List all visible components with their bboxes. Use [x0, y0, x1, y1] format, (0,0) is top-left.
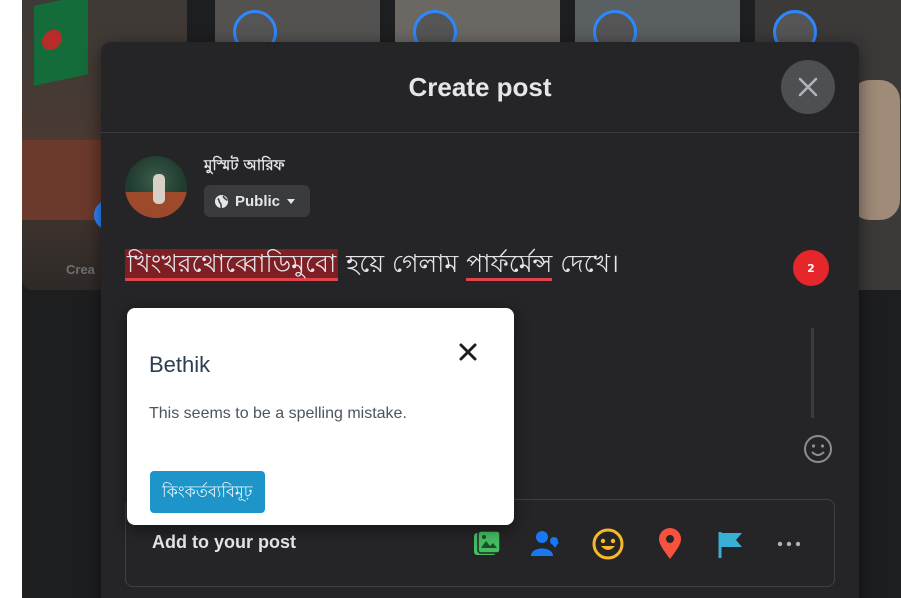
privacy-selector-button[interactable]: Public	[204, 185, 311, 217]
dialog-title: Create post	[408, 72, 552, 102]
dialog-header: Create post	[101, 42, 859, 133]
tag-people-button[interactable]	[526, 524, 566, 564]
close-dialog-button[interactable]	[781, 60, 835, 114]
globe-icon	[214, 194, 229, 208]
popup-title: Bethik	[149, 352, 211, 377]
spelling-message: This seems to be a spelling mistake.	[149, 405, 407, 422]
spelling-suggestion-button[interactable]: কিংকর্তব্যবিমূঢ়	[150, 471, 265, 513]
flag-image	[34, 0, 88, 86]
add-photo-button[interactable]	[467, 524, 507, 564]
post-text-segment: দেখে।	[552, 249, 619, 278]
life-event-button[interactable]	[710, 524, 750, 564]
post-text-segment: হয়ে গেলাম	[338, 249, 467, 278]
author-name: মুস্মিট আরিফ	[204, 156, 285, 174]
caret-down-icon	[287, 199, 296, 204]
add-to-post-label: Add to your post	[152, 532, 296, 552]
post-text-area[interactable]: খিংখরথোব্বোডিমুবো হয়ে গেলাম পার্ফর্মেন্…	[125, 244, 785, 284]
flag-icon	[718, 532, 742, 558]
feeling-icon	[592, 528, 624, 560]
spelling-suggestion-popup: Bethik This seems to be a spelling mista…	[127, 308, 514, 525]
flagged-word[interactable]: পার্ফর্মেন্স	[466, 249, 553, 281]
more-options-button[interactable]	[769, 524, 809, 564]
create-story-label: Crea	[66, 262, 95, 277]
photo-icon	[474, 530, 501, 555]
more-icon	[777, 541, 801, 547]
avatar	[125, 156, 187, 218]
check-in-button[interactable]	[650, 524, 690, 564]
feeling-activity-button[interactable]	[588, 524, 628, 564]
close-icon	[459, 343, 477, 361]
misspelled-word[interactable]: খিংখরথোব্বোডিমুবো	[125, 249, 339, 281]
text-area-scrollbar[interactable]	[811, 328, 814, 418]
location-icon	[659, 528, 681, 559]
tag-people-icon	[531, 531, 559, 556]
close-icon	[798, 77, 818, 97]
avatar-figure	[153, 174, 165, 204]
spelling-error-badge[interactable]: 2	[793, 250, 829, 286]
privacy-label: Public	[235, 192, 281, 210]
emoji-picker-icon[interactable]	[801, 432, 835, 466]
close-popup-button[interactable]	[454, 338, 482, 366]
